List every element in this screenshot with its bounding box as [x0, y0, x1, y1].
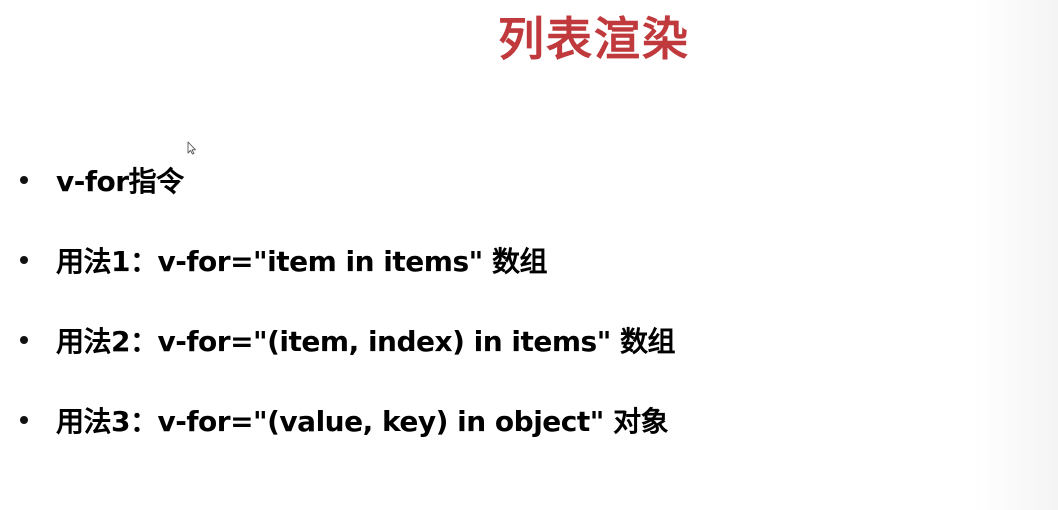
bullet-text: 用法2：v-for="(item, index) in items" 数组 [56, 325, 676, 358]
slide-title: 列表渲染 [498, 12, 690, 66]
bullet-item-usage-2: 用法2：v-for="(item, index) in items" 数组 [20, 300, 676, 380]
mouse-pointer-icon [187, 141, 196, 155]
bullet-item-usage-1: 用法1：v-for="item in items" 数组 [20, 220, 675, 300]
bullet-text: v-for指令 [56, 165, 184, 198]
bullet-text: 用法3：v-for="(value, key) in object" 对象 [56, 405, 669, 438]
bullet-list: v-for指令 用法1：v-for="item in items" 数组 用法2… [20, 140, 676, 460]
bullet-dot-icon [20, 416, 28, 424]
bullet-dot-icon [20, 256, 28, 264]
bullet-dot-icon [20, 176, 28, 184]
bullet-dot-icon [20, 336, 28, 344]
slide: 列表渲染 v-for指令 用法1：v-for="item in items" 数… [0, 0, 1058, 510]
bullet-item-usage-3: 用法3：v-for="(value, key) in object" 对象 [20, 380, 675, 460]
bullet-item-v-for: v-for指令 [20, 140, 675, 220]
bullet-text: 用法1：v-for="item in items" 数组 [56, 245, 547, 278]
